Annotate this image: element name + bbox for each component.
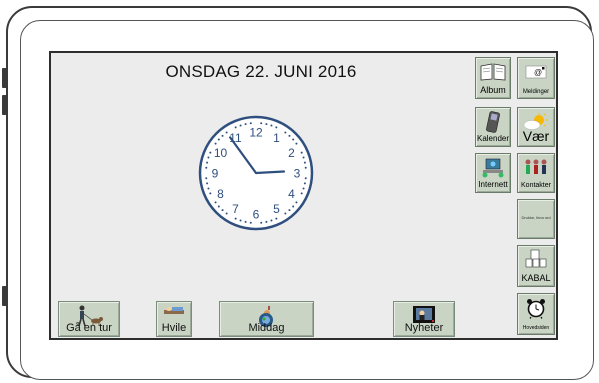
date-title: ONSDAG 22. JUNI 2016 [165, 62, 357, 81]
phone-icon [476, 111, 510, 133]
clock-minute-dot [260, 122, 263, 125]
clock-minute-dot [239, 219, 242, 222]
clock-minute-dot [270, 124, 273, 127]
cards-icon [518, 249, 554, 271]
clock-minute-dot [207, 156, 210, 159]
kalender-tile[interactable]: Kalender [475, 107, 511, 147]
clock-number: 7 [232, 202, 239, 216]
clock-minute-dot [225, 212, 228, 215]
clock-minute-dot [207, 187, 210, 190]
ordtrykk-label: Drukke, lima ord [521, 215, 551, 220]
clock-number: 1 [273, 131, 280, 145]
internett-label: Internett [478, 180, 508, 189]
home-screen: ONSDAG 22. JUNI 2016 12 1 2 3 4 5 6 7 8 9 10 11 Alb… [49, 51, 558, 340]
clock-number: 6 [253, 208, 260, 222]
meldinger-badge: @ [534, 68, 542, 77]
kontakter-tile[interactable]: Kontakter [517, 153, 555, 193]
clock-number: 10 [214, 146, 228, 160]
clock-minute-dot [221, 209, 224, 212]
vaer-label: Vær [522, 128, 550, 144]
clock-minute-dot [249, 122, 252, 125]
clock-minute-dot [304, 177, 307, 180]
clock-minute-dot [284, 212, 287, 215]
clock-minute-dot [234, 126, 237, 129]
clock-minute-dot [244, 220, 247, 223]
clock-minute-dot [239, 124, 242, 127]
clock-minute-dot [209, 192, 212, 195]
nyheter-tile[interactable]: Nyheter [393, 301, 455, 337]
clock-minute-dot [206, 161, 209, 164]
meldinger-tile[interactable]: @ Meldinger [517, 57, 555, 99]
clock-number: 9 [212, 167, 219, 181]
nyheter-label: Nyheter [404, 322, 444, 334]
kabal-tile[interactable]: KABAL [517, 245, 555, 287]
clock-minute-dot [292, 138, 295, 141]
clock-minute-dot [205, 177, 208, 180]
bed-icon [162, 304, 186, 322]
clock-minute-dot [284, 131, 287, 134]
album-label: Album [480, 85, 506, 95]
ga-en-tur-label: Gå en tur [66, 322, 112, 334]
clock-minute-dot [302, 187, 305, 190]
clock-minute-dot [234, 217, 237, 220]
album-tile[interactable]: Album [475, 57, 511, 99]
clock-minute-dot [214, 142, 217, 145]
clock-minute-dot [300, 192, 303, 195]
clock-minute-dot [225, 131, 228, 134]
ordtrykk-tile[interactable]: Drukke, lima ord [517, 199, 555, 239]
clock-minute-dot [206, 182, 209, 185]
book-icon [476, 61, 510, 83]
clock-minute-dot [303, 161, 306, 164]
internett-tile[interactable]: Internett [475, 153, 511, 193]
alarm-clock-icon [518, 297, 554, 319]
clock-number: 5 [273, 202, 280, 216]
clock-minute-dot [209, 151, 212, 154]
clock-minute-dot [275, 126, 278, 129]
meldinger-label: Meldinger [522, 89, 550, 95]
clock-minute-dot [270, 219, 273, 222]
clock-minute-dot [300, 151, 303, 154]
clock-minute-dot [205, 166, 208, 169]
clock-minute-dot [288, 209, 291, 212]
clock-minute-dot [217, 205, 220, 208]
clock-number: 3 [294, 167, 301, 181]
clock-number: 2 [288, 146, 295, 160]
analog-clock: 12 1234567891011 [198, 115, 314, 231]
ga-en-tur-tile[interactable]: Gå en tur [58, 301, 120, 337]
clock-number: 4 [288, 187, 295, 201]
middag-label: Middag [248, 322, 285, 334]
hovedsiden-tile[interactable]: Hovedsiden [517, 293, 555, 335]
clock-number: 12 [249, 126, 263, 140]
hovedsiden-label: Hovedsiden [522, 325, 550, 331]
clock-minute-dot [244, 123, 247, 126]
clock-minute-dot [295, 201, 298, 204]
middag-tile[interactable]: Middag [219, 301, 314, 337]
clock-minute-dot [303, 182, 306, 185]
clock-minute-dot [265, 123, 268, 126]
clock-minute-dot [265, 220, 268, 223]
clock-minute-dot [249, 221, 252, 224]
clock-minute-dot [295, 142, 298, 145]
hvile-tile[interactable]: Hvile [156, 301, 192, 337]
kontakter-label: Kontakter [521, 182, 551, 189]
clock-minute-dot [302, 156, 305, 159]
clock-minute-dot [214, 201, 217, 204]
clock-hour-hand [254, 170, 286, 175]
clock-minute-dot [288, 134, 291, 137]
clock-minute-dot [260, 221, 263, 224]
people-icon [518, 157, 554, 179]
vaer-tile[interactable]: Vær [517, 107, 555, 147]
clock-minute-dot [275, 217, 278, 220]
clock-minute-dot [221, 134, 224, 137]
kabal-label: KABAL [521, 273, 551, 283]
clock-minute-dot [292, 205, 295, 208]
clock-number: 8 [217, 187, 224, 201]
email-icon: @ [518, 61, 554, 83]
kalender-label: Kalender [476, 134, 510, 143]
clock-minute-dot [217, 138, 220, 141]
hvile-label: Hvile [161, 322, 187, 334]
clock-minute-dot [304, 166, 307, 169]
computer-icon [476, 157, 510, 179]
